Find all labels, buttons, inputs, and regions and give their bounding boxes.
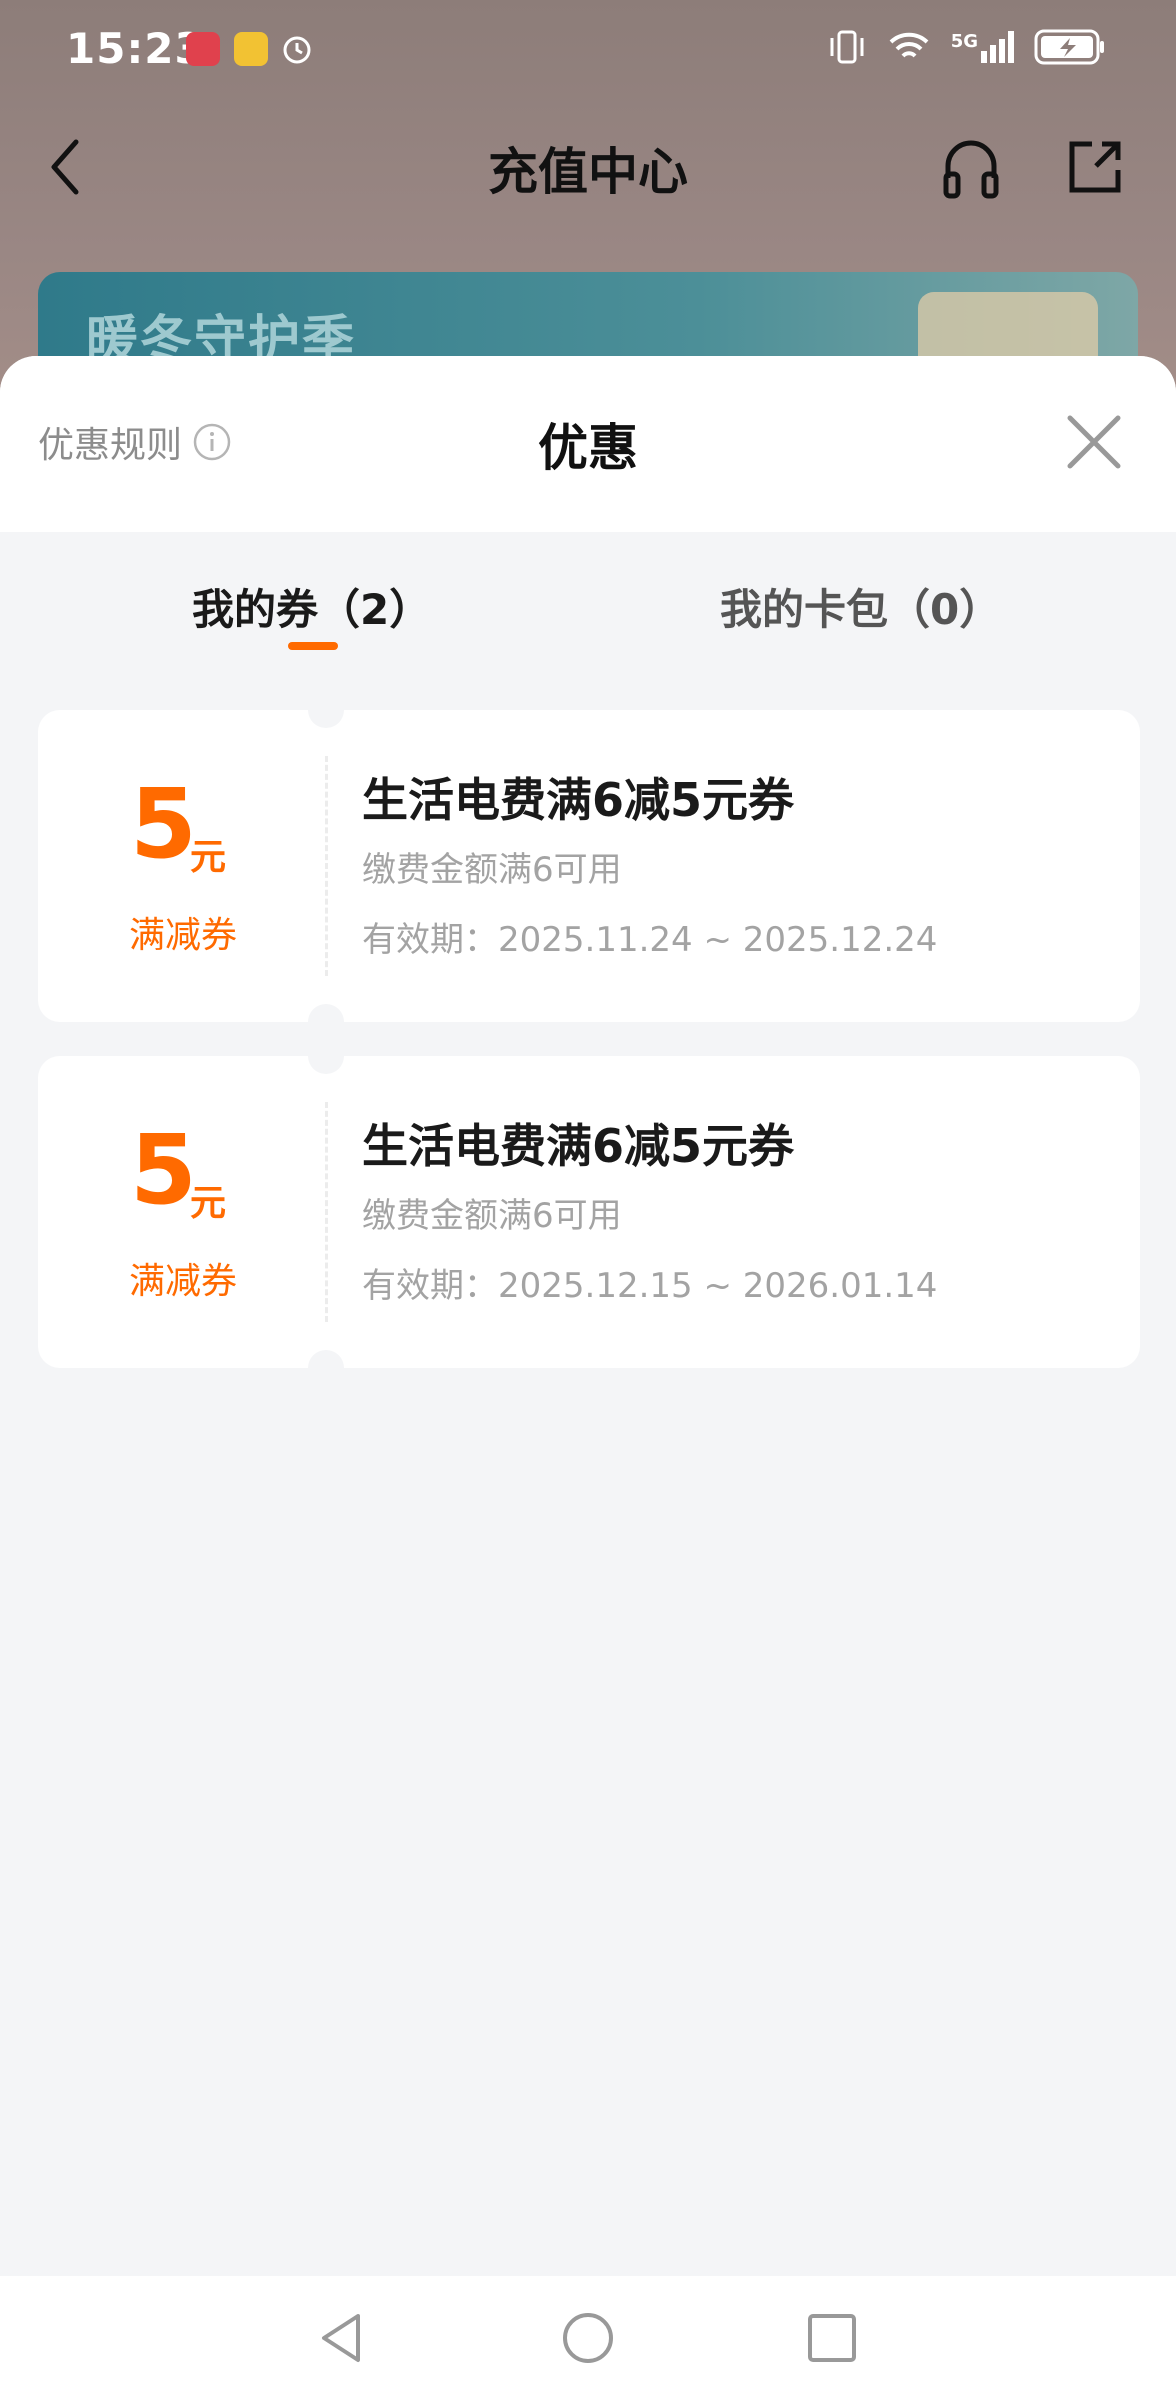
coupon-info: 生活电费满6减5元券 缴费金额满6可用 有效期：2025.12.15 ~ 202… [362,1056,1140,1368]
status-bar: 15:23 5G [0,0,1176,100]
huawei-app-icon [186,32,220,66]
coupon-unit: 元 [190,837,227,878]
coupon-value-area: 5 元 满减券 [38,710,328,1022]
coupon-title: 生活电费满6减5元券 [362,773,795,827]
weibo-app-icon [234,32,268,66]
battery-charging-icon [1034,29,1104,65]
coupon-value-area: 5 元 满减券 [38,1056,328,1368]
coupon-title: 生活电费满6减5元券 [362,1119,795,1173]
system-nav-bar [0,2276,1176,2400]
coupon-type: 满减券 [128,915,237,956]
active-tab-indicator [288,642,338,650]
nav-recents-square-icon[interactable] [800,2306,864,2370]
share-icon[interactable] [1062,134,1128,200]
coupon-sheet: 优惠规则 优惠 我的券（2） 我的卡包（0） 5 元 满减券 生活电费满6减5元… [0,356,1176,2276]
tab-my-coupons[interactable]: 我的券（2） [192,576,431,637]
vibrate-icon [830,30,864,64]
coupon-card[interactable]: 5 元 满减券 生活电费满6减5元券 缴费金额满6可用 有效期：2025.11.… [38,692,1140,1040]
sheet-header: 优惠规则 优惠 [0,356,1176,532]
coupon-tabs: 我的券（2） 我的卡包（0） [0,532,1176,662]
coupon-unit: 元 [190,1183,227,1224]
coupon-info: 生活电费满6减5元券 缴费金额满6可用 有效期：2025.11.24 ~ 202… [362,710,1140,1022]
nav-back-triangle-icon[interactable] [310,2306,374,2370]
headset-icon[interactable] [938,134,1004,200]
alarm-icon [283,36,311,64]
top-nav-bar: 充值中心 [0,120,1176,210]
coupon-amount: 5 [130,768,197,880]
signal-5g-icon: 5G [951,31,1014,63]
wifi-icon [889,32,929,58]
coupon-type: 满减券 [128,1261,237,1302]
coupon-card[interactable]: 5 元 满减券 生活电费满6减5元券 缴费金额满6可用 有效期：2025.12.… [38,1038,1140,1386]
network-type-label: 5G [950,31,978,52]
sheet-title: 优惠 [538,419,638,477]
coupon-condition: 缴费金额满6可用 [362,1196,622,1236]
close-icon[interactable] [1064,412,1124,472]
coupon-amount: 5 [130,1114,197,1226]
coupon-validity: 有效期：2025.11.24 ~ 2025.12.24 [362,920,938,960]
coupon-condition: 缴费金额满6可用 [362,850,622,890]
coupon-validity: 有效期：2025.12.15 ~ 2026.01.14 [362,1266,938,1306]
tab-my-cards[interactable]: 我的卡包（0） [720,576,1001,637]
status-time: 15:23 [66,24,205,73]
nav-home-circle-icon[interactable] [556,2306,620,2370]
